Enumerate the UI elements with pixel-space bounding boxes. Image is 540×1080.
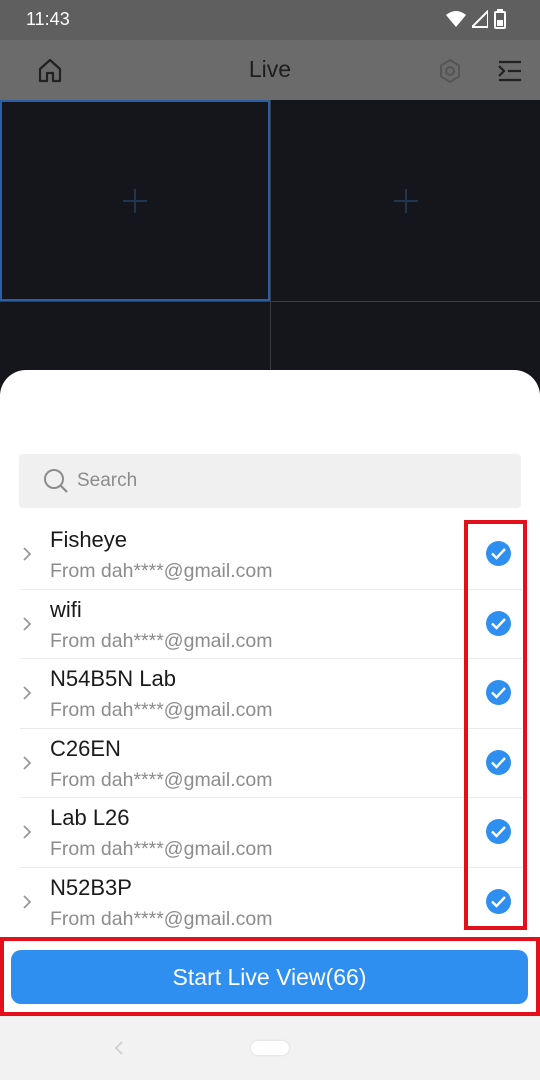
device-name: N54B5N Lab	[50, 666, 176, 691]
app-header: Live	[0, 40, 540, 100]
wifi-icon	[446, 10, 466, 33]
chevron-right-icon[interactable]	[20, 822, 34, 842]
checkbox-highlight-box	[464, 520, 527, 930]
device-select-sheet: Fisheye From dah****@gmail.com wifi From…	[0, 370, 540, 1080]
device-source: From dah****@gmail.com	[50, 838, 273, 860]
device-source: From dah****@gmail.com	[50, 560, 273, 582]
signal-icon	[469, 8, 489, 33]
home-pill[interactable]	[251, 1041, 289, 1055]
battery-icon	[494, 9, 506, 34]
back-icon[interactable]	[112, 1038, 126, 1058]
search-bar[interactable]	[19, 454, 521, 508]
device-name: Fisheye	[50, 527, 128, 552]
video-grid	[0, 100, 540, 400]
device-source: From dah****@gmail.com	[50, 907, 273, 930]
device-name: Lab L26	[50, 805, 130, 830]
device-name: C26EN	[50, 735, 121, 761]
chevron-right-icon[interactable]	[20, 544, 34, 564]
device-row-c26en[interactable]: C26EN From dah****@gmail.com	[0, 729, 540, 798]
chevron-right-icon[interactable]	[20, 683, 34, 703]
start-live-view-button[interactable]: Start Live View(66)	[11, 950, 528, 1004]
status-bar: 11:43	[0, 0, 540, 40]
device-source: From dah****@gmail.com	[50, 629, 273, 652]
video-cell-1[interactable]	[0, 100, 270, 301]
device-row-fisheye[interactable]: Fisheye From dah****@gmail.com	[0, 520, 540, 590]
settings-icon[interactable]	[436, 57, 464, 85]
add-icon[interactable]	[393, 188, 418, 213]
status-icons	[446, 8, 506, 34]
device-row-wifi[interactable]: wifi From dah****@gmail.com	[0, 590, 540, 659]
chevron-right-icon[interactable]	[20, 892, 34, 912]
chevron-right-icon[interactable]	[20, 614, 34, 634]
add-icon[interactable]	[123, 188, 147, 213]
menu-icon[interactable]	[496, 57, 524, 85]
device-source: From dah****@gmail.com	[50, 768, 273, 791]
search-icon	[43, 468, 69, 494]
status-time: 11:43	[26, 9, 70, 29]
video-cell-2[interactable]	[271, 100, 540, 301]
chevron-right-icon[interactable]	[20, 753, 34, 773]
device-row-n52b3p[interactable]: N52B3P From dah****@gmail.com	[0, 868, 540, 938]
device-list: Fisheye From dah****@gmail.com wifi From…	[0, 520, 540, 937]
device-name: N52B3P	[50, 874, 132, 900]
search-input[interactable]	[77, 454, 497, 508]
device-name: wifi	[50, 596, 82, 622]
device-source: From dah****@gmail.com	[50, 699, 273, 721]
device-row-lab-l26[interactable]: Lab L26 From dah****@gmail.com	[0, 798, 540, 868]
system-nav-bar	[0, 1016, 540, 1080]
device-row-n54b5n-lab[interactable]: N54B5N Lab From dah****@gmail.com	[0, 659, 540, 729]
